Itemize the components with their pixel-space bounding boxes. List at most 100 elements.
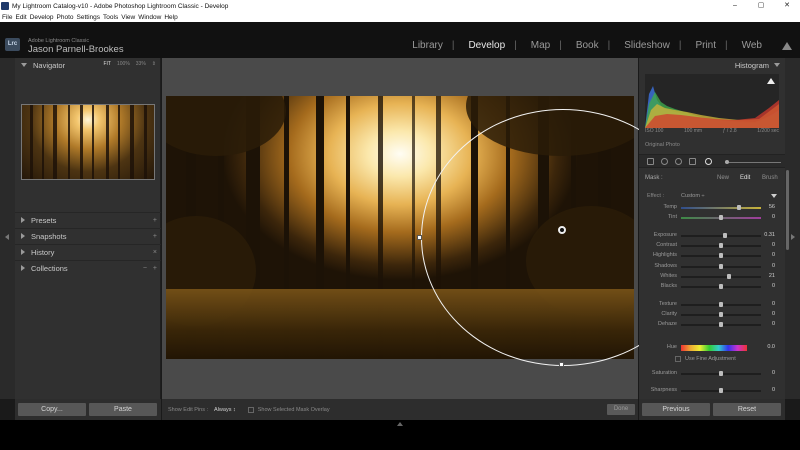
sharpness-slider[interactable]	[681, 388, 761, 393]
reset-button[interactable]: Reset	[713, 403, 781, 416]
edit-pins-select[interactable]: Always ↕	[214, 407, 236, 413]
snapshots-section[interactable]: Snapshots +	[15, 228, 161, 243]
activity-center-icon[interactable]	[782, 42, 792, 50]
menu-view[interactable]: View	[121, 14, 135, 21]
saturation-slider[interactable]	[681, 371, 761, 376]
slider-knob[interactable]	[736, 205, 741, 210]
fine-adjustment-checkbox[interactable]	[675, 356, 681, 362]
slider-knob[interactable]	[723, 233, 727, 238]
remove-collection-icon[interactable]: −	[143, 265, 147, 272]
menu-photo[interactable]: Photo	[57, 14, 74, 21]
mask-edit-option[interactable]: Edit	[740, 175, 750, 181]
clear-history-icon[interactable]: ×	[153, 249, 157, 256]
module-map[interactable]: Map	[531, 40, 550, 51]
maximize-button[interactable]: ▢	[748, 0, 774, 12]
menu-settings[interactable]: Settings	[77, 14, 101, 21]
temp-slider[interactable]	[681, 205, 761, 210]
right-panel-scrollbar[interactable]	[786, 170, 789, 250]
module-library[interactable]: Library	[412, 40, 443, 51]
whites-slider[interactable]	[681, 274, 761, 279]
slider-value[interactable]: 0	[772, 242, 775, 248]
navigator-preview[interactable]	[21, 104, 155, 180]
menu-edit[interactable]: Edit	[15, 14, 26, 21]
hue-slider[interactable]	[681, 345, 747, 351]
add-snapshot-icon[interactable]: +	[153, 233, 157, 240]
red-eye-icon[interactable]	[675, 158, 682, 165]
slider-value[interactable]: 0	[772, 301, 775, 307]
module-slideshow[interactable]: Slideshow	[624, 40, 670, 51]
slider-knob[interactable]	[719, 243, 723, 248]
exposure-slider[interactable]	[681, 233, 761, 238]
collections-section[interactable]: Collections − +	[15, 260, 161, 275]
presets-section[interactable]: Presets +	[15, 212, 161, 227]
previous-button[interactable]: Previous	[642, 403, 710, 416]
slider-value[interactable]: 0	[772, 263, 775, 269]
slider-value[interactable]: 0.31	[764, 232, 775, 238]
module-print[interactable]: Print	[695, 40, 716, 51]
spot-removal-icon[interactable]	[661, 158, 668, 165]
left-panel-toggle[interactable]	[0, 58, 15, 399]
highlights-slider[interactable]	[681, 253, 761, 258]
brush-size-slider[interactable]	[725, 160, 781, 164]
copy-button[interactable]: Copy...	[18, 403, 86, 416]
clarity-slider[interactable]	[681, 312, 761, 317]
slider-knob[interactable]	[719, 215, 723, 220]
mask-overlay-checkbox[interactable]	[247, 406, 254, 413]
slider-knob[interactable]	[719, 253, 723, 258]
slider-value[interactable]: 0	[772, 321, 775, 327]
effect-collapse-icon[interactable]	[771, 194, 777, 198]
module-web[interactable]: Web	[742, 40, 762, 51]
slider-value[interactable]: 0	[772, 311, 775, 317]
crop-tool-icon[interactable]	[647, 158, 654, 165]
slider-value[interactable]: 56	[769, 204, 775, 210]
menu-window[interactable]: Window	[138, 14, 161, 21]
zoom-menu-arrow[interactable]: ⇕	[152, 61, 156, 67]
zoom-fit[interactable]: FIT	[103, 61, 111, 67]
slider-knob[interactable]	[719, 264, 723, 269]
menu-help[interactable]: Help	[164, 14, 177, 21]
mask-brush-option[interactable]: Brush	[762, 175, 778, 181]
tint-slider[interactable]	[681, 215, 761, 220]
slider-knob[interactable]	[727, 274, 731, 279]
menu-tools[interactable]: Tools	[103, 14, 118, 21]
histogram-graph[interactable]	[645, 74, 779, 128]
slider-value[interactable]: 21	[769, 273, 775, 279]
zoom-33[interactable]: 33%	[136, 61, 146, 67]
texture-slider[interactable]	[681, 302, 761, 307]
histogram-header[interactable]: Histogram	[639, 58, 785, 72]
mask-new-option[interactable]: New	[717, 175, 729, 181]
close-button[interactable]: ✕	[774, 0, 800, 12]
add-collection-icon[interactable]: +	[153, 265, 157, 272]
menu-develop[interactable]: Develop	[30, 14, 54, 21]
slider-knob[interactable]	[719, 371, 723, 376]
contrast-slider[interactable]	[681, 243, 761, 248]
minimize-button[interactable]: –	[722, 0, 748, 12]
slider-value[interactable]: 0	[772, 283, 775, 289]
module-develop[interactable]: Develop	[468, 40, 505, 51]
slider-knob[interactable]	[719, 388, 723, 393]
paste-button[interactable]: Paste	[89, 403, 157, 416]
menu-file[interactable]: File	[2, 14, 12, 21]
slider-value[interactable]: 0	[772, 370, 775, 376]
slider-knob[interactable]	[719, 302, 723, 307]
slider-knob[interactable]	[719, 322, 723, 327]
zoom-100[interactable]: 100%	[117, 61, 130, 67]
add-preset-icon[interactable]: +	[153, 217, 157, 224]
navigator-header[interactable]: Navigator FIT 100% 33% ⇕	[15, 58, 160, 72]
mask-handle-bottom[interactable]	[559, 362, 564, 367]
module-book[interactable]: Book	[576, 40, 599, 51]
radial-filter-icon[interactable]	[705, 158, 712, 165]
done-button[interactable]: Done	[607, 404, 635, 415]
image-canvas[interactable]	[162, 58, 706, 399]
history-section[interactable]: History ×	[15, 244, 161, 259]
slider-knob[interactable]	[719, 312, 723, 317]
slider-value[interactable]: 0	[772, 387, 775, 393]
slider-value[interactable]: 0	[772, 214, 775, 220]
expand-filmstrip-icon[interactable]	[397, 422, 403, 426]
blacks-slider[interactable]	[681, 284, 761, 289]
slider-knob[interactable]	[719, 284, 723, 289]
dehaze-slider[interactable]	[681, 322, 761, 327]
effect-preset-select[interactable]: Custom ÷	[681, 193, 705, 199]
mask-edit-pin[interactable]	[558, 226, 566, 234]
slider-value[interactable]: 0	[772, 252, 775, 258]
